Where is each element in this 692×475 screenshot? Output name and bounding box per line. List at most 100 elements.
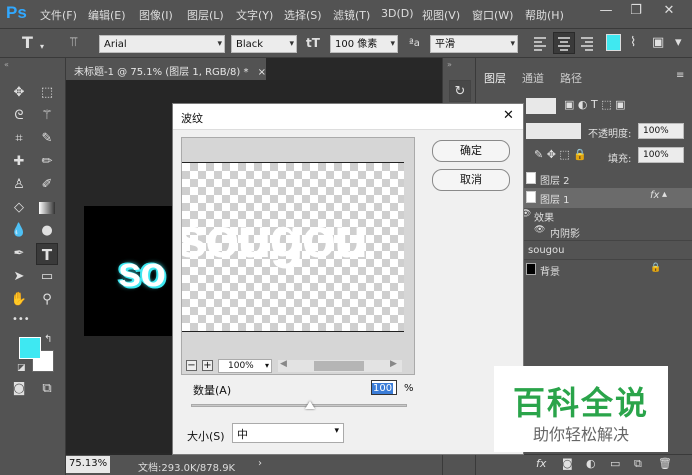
- zoom-in-button[interactable]: +: [202, 360, 213, 371]
- type-tool-icon[interactable]: T: [22, 33, 33, 52]
- expand-panels-icon[interactable]: »: [447, 60, 452, 69]
- gradient-tool-icon[interactable]: [36, 197, 58, 219]
- fill-field[interactable]: 100%: [638, 147, 684, 163]
- align-left-button[interactable]: [531, 34, 549, 52]
- layer-filter-icons[interactable]: ▣ ◐ T ⬚ ▣: [564, 98, 625, 111]
- status-menu-arrow-icon[interactable]: ›: [258, 458, 262, 469]
- layer-filter-select[interactable]: [526, 98, 556, 114]
- align-right-button[interactable]: [578, 34, 596, 52]
- add-mask-icon[interactable]: ◙: [562, 457, 573, 470]
- group-icon[interactable]: ▭: [610, 457, 620, 470]
- dodge-tool-icon[interactable]: ●: [36, 220, 58, 242]
- crop-tool-icon[interactable]: ⌗: [8, 128, 30, 150]
- new-layer-icon[interactable]: ⧉: [634, 457, 642, 471]
- history-panel-icon[interactable]: ↻: [449, 80, 471, 102]
- layer-row[interactable]: sougou: [522, 240, 692, 260]
- character-panel-icon[interactable]: ▣: [652, 35, 664, 50]
- zoom-out-button[interactable]: −: [186, 360, 197, 371]
- font-style-select[interactable]: Black ▾: [231, 35, 297, 53]
- close-window-button[interactable]: ✕: [655, 0, 683, 24]
- menu-image[interactable]: 图像(I): [139, 7, 173, 23]
- brush-tool-icon[interactable]: ✏: [36, 151, 58, 173]
- preview-scrollbar[interactable]: ◀ ▶: [278, 359, 402, 372]
- tab-paths[interactable]: 路径: [560, 70, 582, 86]
- adjustment-layer-icon[interactable]: ◐: [586, 457, 596, 470]
- layer-row-selected[interactable]: 图层 1 fx ▴: [522, 188, 692, 208]
- text-orientation-icon[interactable]: ⫪: [70, 35, 77, 50]
- tab-layers[interactable]: 图层: [484, 70, 506, 86]
- magic-wand-tool-icon[interactable]: ⚚: [36, 105, 58, 127]
- rectangle-tool-icon[interactable]: ▭: [36, 266, 58, 288]
- eyedropper-tool-icon[interactable]: ✎: [36, 128, 58, 150]
- menu-type[interactable]: 文字(Y): [236, 7, 273, 23]
- zoom-field[interactable]: 75.13%: [66, 456, 110, 473]
- align-center-button[interactable]: [553, 32, 575, 54]
- type-tool-icon[interactable]: T: [36, 243, 58, 265]
- collapse-icon[interactable]: «: [4, 60, 9, 69]
- amount-slider-thumb[interactable]: [304, 401, 315, 409]
- minimize-button[interactable]: —: [592, 0, 620, 24]
- delete-layer-icon[interactable]: 🗑: [658, 457, 672, 470]
- default-colors-icon[interactable]: ◪: [17, 363, 26, 373]
- layer-row[interactable]: 背景 🔒: [522, 259, 692, 279]
- tool-preset-arrow-icon[interactable]: ▾: [40, 42, 44, 51]
- eye-icon[interactable]: 👁: [534, 225, 545, 235]
- history-brush-tool-icon[interactable]: ✐: [36, 174, 58, 196]
- fx-badge[interactable]: fx: [650, 190, 659, 201]
- effect-row[interactable]: 👁 内阴影: [522, 222, 692, 242]
- dialog-close-icon[interactable]: ✕: [503, 108, 514, 123]
- lasso-tool-icon[interactable]: ᘓ: [8, 105, 30, 127]
- font-family-select[interactable]: Arial ▾: [99, 35, 225, 53]
- scroll-left-icon[interactable]: ◀: [280, 359, 287, 369]
- foreground-color-swatch[interactable]: [19, 337, 41, 359]
- pen-tool-icon[interactable]: ✒: [8, 243, 30, 265]
- panel-menu-icon[interactable]: ≡: [676, 70, 684, 81]
- scroll-thumb[interactable]: [314, 361, 364, 371]
- menu-help[interactable]: 帮助(H): [525, 7, 564, 23]
- marquee-tool-icon[interactable]: ⬚: [36, 82, 58, 104]
- menu-filter[interactable]: 滤镜(T): [333, 7, 370, 23]
- layer-row[interactable]: 图层 2: [522, 169, 692, 189]
- blend-mode-select[interactable]: [526, 123, 581, 139]
- swap-colors-icon[interactable]: ↰: [44, 334, 52, 345]
- tab-channels[interactable]: 通道: [522, 70, 544, 86]
- stamp-tool-icon[interactable]: ♙: [8, 174, 30, 196]
- blur-tool-icon[interactable]: 💧: [8, 220, 30, 242]
- move-tool-icon[interactable]: ✥: [8, 82, 30, 104]
- zoom-tool-icon[interactable]: ⚲: [36, 289, 58, 311]
- quick-mask-icon[interactable]: ◙: [8, 378, 30, 400]
- scroll-right-icon[interactable]: ▶: [390, 359, 397, 369]
- font-size-select[interactable]: 100 像素 ▾: [330, 35, 398, 53]
- opacity-field[interactable]: 100%: [638, 123, 684, 139]
- add-style-icon[interactable]: fx: [536, 457, 546, 470]
- restore-button[interactable]: ❐: [622, 0, 650, 24]
- edit-toolbar-icon[interactable]: •••: [12, 314, 30, 325]
- size-select[interactable]: 中 ▾: [232, 423, 344, 443]
- warp-text-icon[interactable]: ⌇: [630, 35, 636, 50]
- menu-window[interactable]: 窗口(W): [472, 7, 513, 23]
- cancel-button[interactable]: 取消: [432, 169, 510, 191]
- eraser-tool-icon[interactable]: ◇: [8, 197, 30, 219]
- ok-button[interactable]: 确定: [432, 140, 510, 162]
- menu-3d[interactable]: 3D(D): [381, 7, 414, 20]
- menu-select[interactable]: 选择(S): [284, 7, 322, 23]
- healing-brush-tool-icon[interactable]: ✚: [8, 151, 30, 173]
- path-selection-tool-icon[interactable]: ➤: [8, 266, 30, 288]
- text-color-swatch[interactable]: [606, 34, 621, 51]
- antialias-select[interactable]: 平滑 ▾: [430, 35, 518, 53]
- preview-image[interactable]: sougou: [182, 162, 404, 332]
- document-tab[interactable]: 未标题-1 @ 75.1% (图层 1, RGB/8) * ×: [66, 58, 266, 80]
- amount-input[interactable]: 100: [371, 380, 397, 395]
- menu-file[interactable]: 文件(F): [40, 7, 77, 23]
- menu-edit[interactable]: 编辑(E): [88, 7, 126, 23]
- preview-zoom-field[interactable]: 100% ▾: [218, 359, 272, 373]
- lock-icons[interactable]: ✎ ✥ ⬚ 🔒: [534, 148, 587, 161]
- collapse-effects-icon[interactable]: ▴: [662, 189, 667, 200]
- menu-layer[interactable]: 图层(L): [187, 7, 224, 23]
- tab-close-icon[interactable]: ×: [258, 67, 266, 78]
- options-more-icon[interactable]: ▾: [675, 35, 682, 50]
- amount-slider-track[interactable]: [191, 404, 407, 407]
- hand-tool-icon[interactable]: ✋: [8, 289, 30, 311]
- menu-view[interactable]: 视图(V): [422, 7, 460, 23]
- screen-mode-icon[interactable]: ⧉: [36, 378, 58, 400]
